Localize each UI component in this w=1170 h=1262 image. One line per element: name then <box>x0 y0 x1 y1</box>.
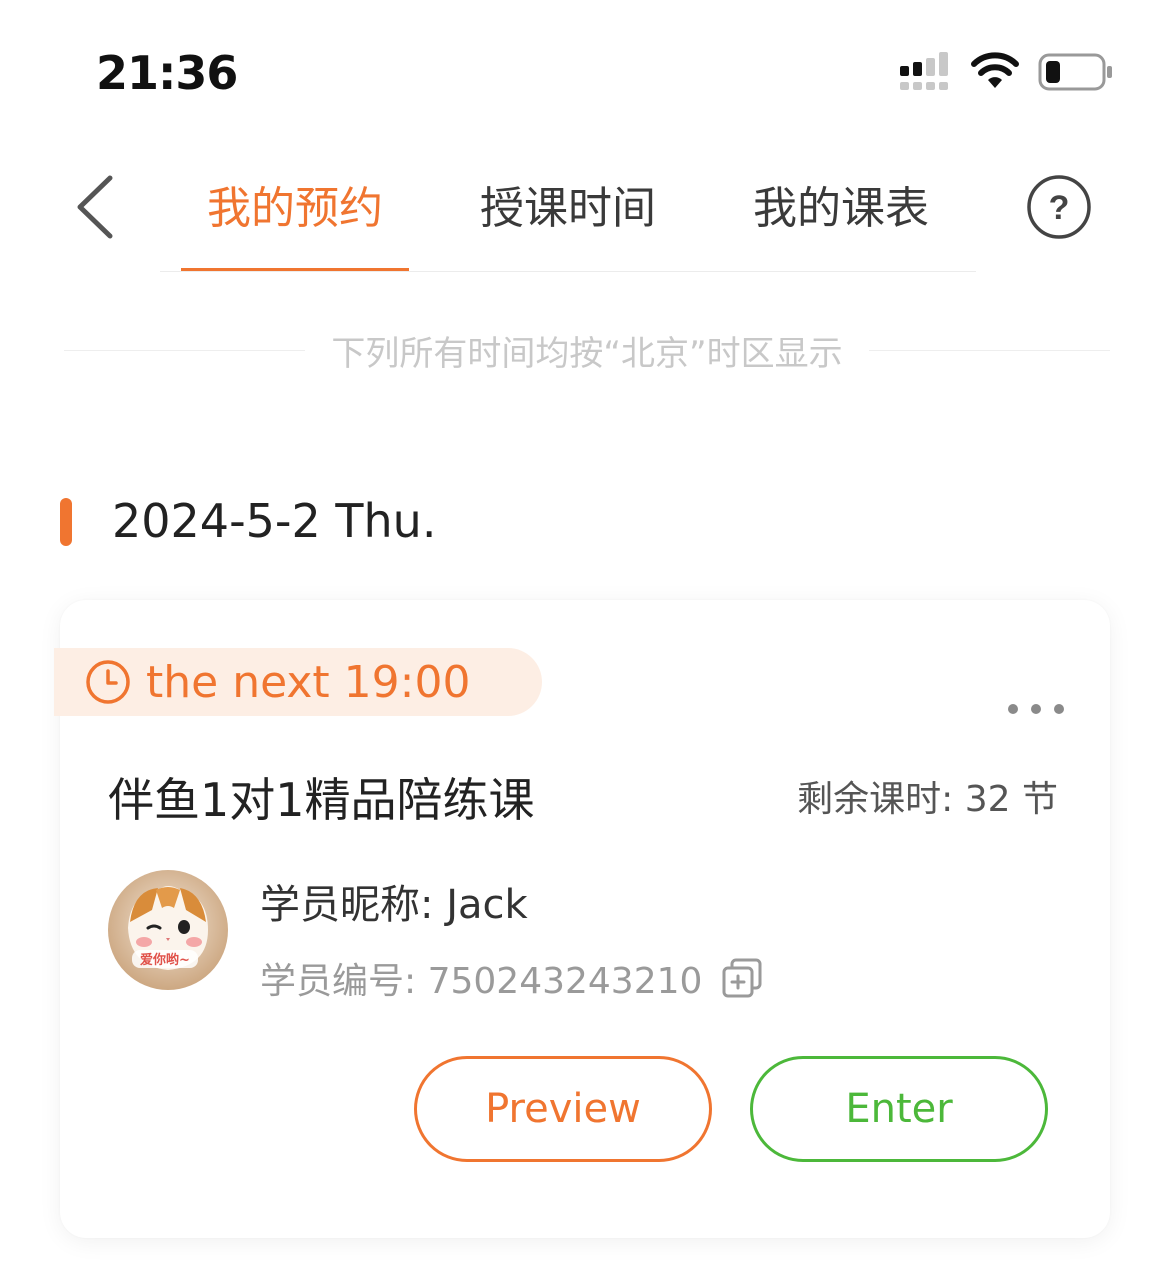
tab-bar: 我的预约 授课时间 我的课表 <box>160 172 976 272</box>
course-title: 伴鱼1对1精品陪练课 <box>108 773 535 827</box>
copy-icon[interactable] <box>720 956 764 1000</box>
app-screen: 21:36 我的预约 授课时间 我的课表 ? 下列所有时间均按“北京”时区显示 … <box>0 0 1170 1262</box>
more-dot <box>1031 704 1041 714</box>
student-avatar: 爱你哟~ <box>108 870 228 990</box>
wifi-icon <box>971 52 1019 88</box>
status-time: 21:36 <box>96 46 238 100</box>
next-time-label: the next 19:00 <box>146 656 471 708</box>
tab-my-reservations[interactable]: 我的预约 <box>181 172 409 272</box>
cellular-signal-icon <box>900 52 948 90</box>
help-label: ? <box>1049 189 1070 227</box>
student-id-row: 学员编号: 750243243210 <box>260 952 764 1004</box>
timezone-text: 下列所有时间均按“北京”时区显示 <box>331 333 843 374</box>
date-heading: 2024-5-2 Thu. <box>112 494 437 548</box>
preview-button[interactable]: Preview <box>414 1056 712 1162</box>
more-dot <box>1054 704 1064 714</box>
tab-teaching-time[interactable]: 授课时间 <box>454 172 682 272</box>
date-accent-bar <box>60 498 72 546</box>
divider-right <box>868 349 1111 351</box>
battery-icon <box>1038 53 1112 91</box>
divider-left <box>64 349 306 351</box>
more-options-icon[interactable] <box>1008 702 1064 716</box>
more-dot <box>1008 704 1018 714</box>
back-chevron-icon[interactable] <box>70 172 122 242</box>
avatar-caption: 爱你哟~ <box>140 952 190 968</box>
tabs-divider <box>160 271 976 272</box>
clock-icon <box>86 660 130 704</box>
next-time-pill: the next 19:00 <box>54 648 542 716</box>
tab-my-schedule[interactable]: 我的课表 <box>727 172 955 272</box>
remaining-lessons: 剩余课时: 32 节 <box>797 779 1058 820</box>
lesson-card: the next 19:00 伴鱼1对1精品陪练课 剩余课时: 32 节 爱你哟… <box>54 600 1110 1238</box>
student-nickname: 学员昵称: Jack <box>260 882 528 928</box>
timezone-note: 下列所有时间均按“北京”时区显示 <box>64 320 1111 380</box>
student-id: 学员编号: 750243243210 <box>260 961 703 1002</box>
status-icons <box>900 52 1114 92</box>
help-icon[interactable]: ? <box>1026 174 1092 240</box>
enter-button[interactable]: Enter <box>750 1056 1048 1162</box>
